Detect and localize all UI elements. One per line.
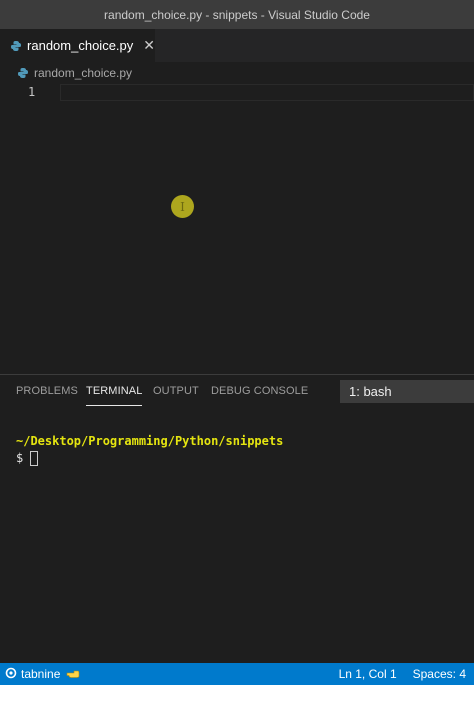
indentation[interactable]: Spaces: 4	[413, 667, 466, 681]
bottom-panel: PROBLEMS TERMINAL OUTPUT DEBUG CONSOLE 1…	[0, 374, 474, 663]
breadcrumb-file: random_choice.py	[34, 66, 133, 80]
breadcrumb[interactable]: random_choice.py	[0, 62, 474, 84]
python-file-icon	[17, 67, 29, 79]
cursor-position[interactable]: Ln 1, Col 1	[339, 667, 397, 681]
status-tabnine[interactable]: tabnine	[0, 667, 80, 682]
tab-terminal[interactable]: TERMINAL	[86, 385, 143, 406]
prompt-symbol: $	[16, 451, 24, 465]
tab-problems[interactable]: PROBLEMS	[16, 385, 78, 397]
status-bar: tabnine Ln 1, Col 1 Spaces: 4	[0, 663, 474, 685]
tab-label: random_choice.py	[27, 38, 134, 53]
tab-output[interactable]: OUTPUT	[153, 385, 199, 397]
status-right-group: Ln 1, Col 1 Spaces: 4	[323, 663, 466, 685]
title-bar: random_choice.py - snippets - Visual Stu…	[0, 0, 474, 29]
terminal-prompt-line: $	[16, 450, 466, 467]
close-icon[interactable]: ✕	[143, 37, 155, 54]
tabnine-label: tabnine	[21, 667, 61, 681]
code-editor[interactable]: 1 I	[0, 84, 474, 374]
bottom-strip	[0, 685, 474, 711]
tab-debug-console[interactable]: DEBUG CONSOLE	[211, 385, 308, 397]
line-number: 1	[28, 85, 36, 99]
terminal-selector[interactable]: 1: bash	[340, 380, 474, 403]
tabnine-icon	[5, 667, 17, 682]
window-title: random_choice.py - snippets - Visual Stu…	[104, 7, 370, 22]
panel-tab-bar: PROBLEMS TERMINAL OUTPUT DEBUG CONSOLE 1…	[0, 375, 474, 409]
hand-icon	[66, 667, 80, 681]
python-file-icon	[10, 40, 21, 52]
terminal-output[interactable]: ~/Desktop/Programming/Python/snippets $	[16, 433, 466, 467]
editor-tab-bar: random_choice.py ✕	[0, 29, 474, 62]
tab-random-choice[interactable]: random_choice.py ✕	[0, 29, 155, 62]
vscode-window: random_choice.py - snippets - Visual Stu…	[0, 0, 474, 711]
mouse-cursor-icon: I	[171, 195, 194, 218]
current-line-highlight	[60, 84, 474, 101]
terminal-cursor	[30, 451, 39, 466]
terminal-path: ~/Desktop/Programming/Python/snippets	[16, 434, 284, 448]
